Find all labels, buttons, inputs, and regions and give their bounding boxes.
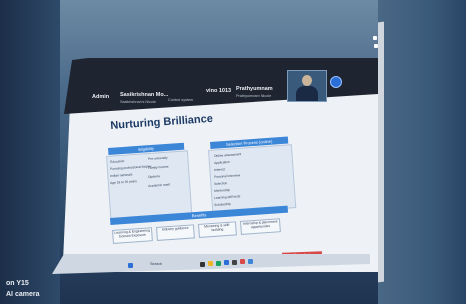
benefit-2: Industry guidance xyxy=(156,224,195,241)
meeting-status-icon[interactable] xyxy=(330,76,342,88)
participant-name-2[interactable]: Sasikrishnan Mo... xyxy=(120,92,168,98)
watermark-line-1: on Y15 xyxy=(6,280,29,287)
avatar-body xyxy=(296,86,318,101)
app-icon-2[interactable] xyxy=(224,260,229,265)
participant-name-1[interactable]: Admin xyxy=(92,94,109,100)
participant-sub-2: Sasikrishnan's Nicole xyxy=(120,100,156,104)
left-item-7: Diploma xyxy=(148,174,160,179)
projected-screen: Admin Sasikrishnan Mo... Sasikrishnan's … xyxy=(0,0,466,304)
whiteboard-frame xyxy=(378,21,384,283)
explorer-icon[interactable] xyxy=(208,261,213,266)
taskbar-search[interactable]: Search xyxy=(150,262,162,266)
right-item-3: Interest xyxy=(214,167,225,172)
app-icon-5[interactable] xyxy=(248,259,253,264)
start-icon[interactable] xyxy=(128,263,133,268)
app-icon-1[interactable] xyxy=(216,261,221,266)
frame-pin-top-2 xyxy=(374,44,378,48)
self-video-tile[interactable] xyxy=(287,70,327,102)
participant-name-4[interactable]: vino 1013 xyxy=(206,88,231,94)
participant-name-3[interactable]: Control system xyxy=(168,98,193,102)
taskview-icon[interactable] xyxy=(200,262,205,267)
benefit-3: Mentoring & skill-building xyxy=(198,221,237,238)
app-icon-4[interactable] xyxy=(240,259,245,264)
watermark-line-2: AI camera xyxy=(6,291,40,298)
benefit-1: Learning & Engineering Domain Exposure xyxy=(112,227,153,244)
participant-name-5[interactable]: Prathyumnam xyxy=(236,86,273,92)
app-icon-3[interactable] xyxy=(232,260,237,265)
frame-pin-top xyxy=(373,36,377,40)
avatar-head xyxy=(302,75,312,86)
benefit-4: Internship & placement opportunities xyxy=(240,218,281,235)
participant-sub-5: Prathyumnam Nicole xyxy=(236,94,272,98)
